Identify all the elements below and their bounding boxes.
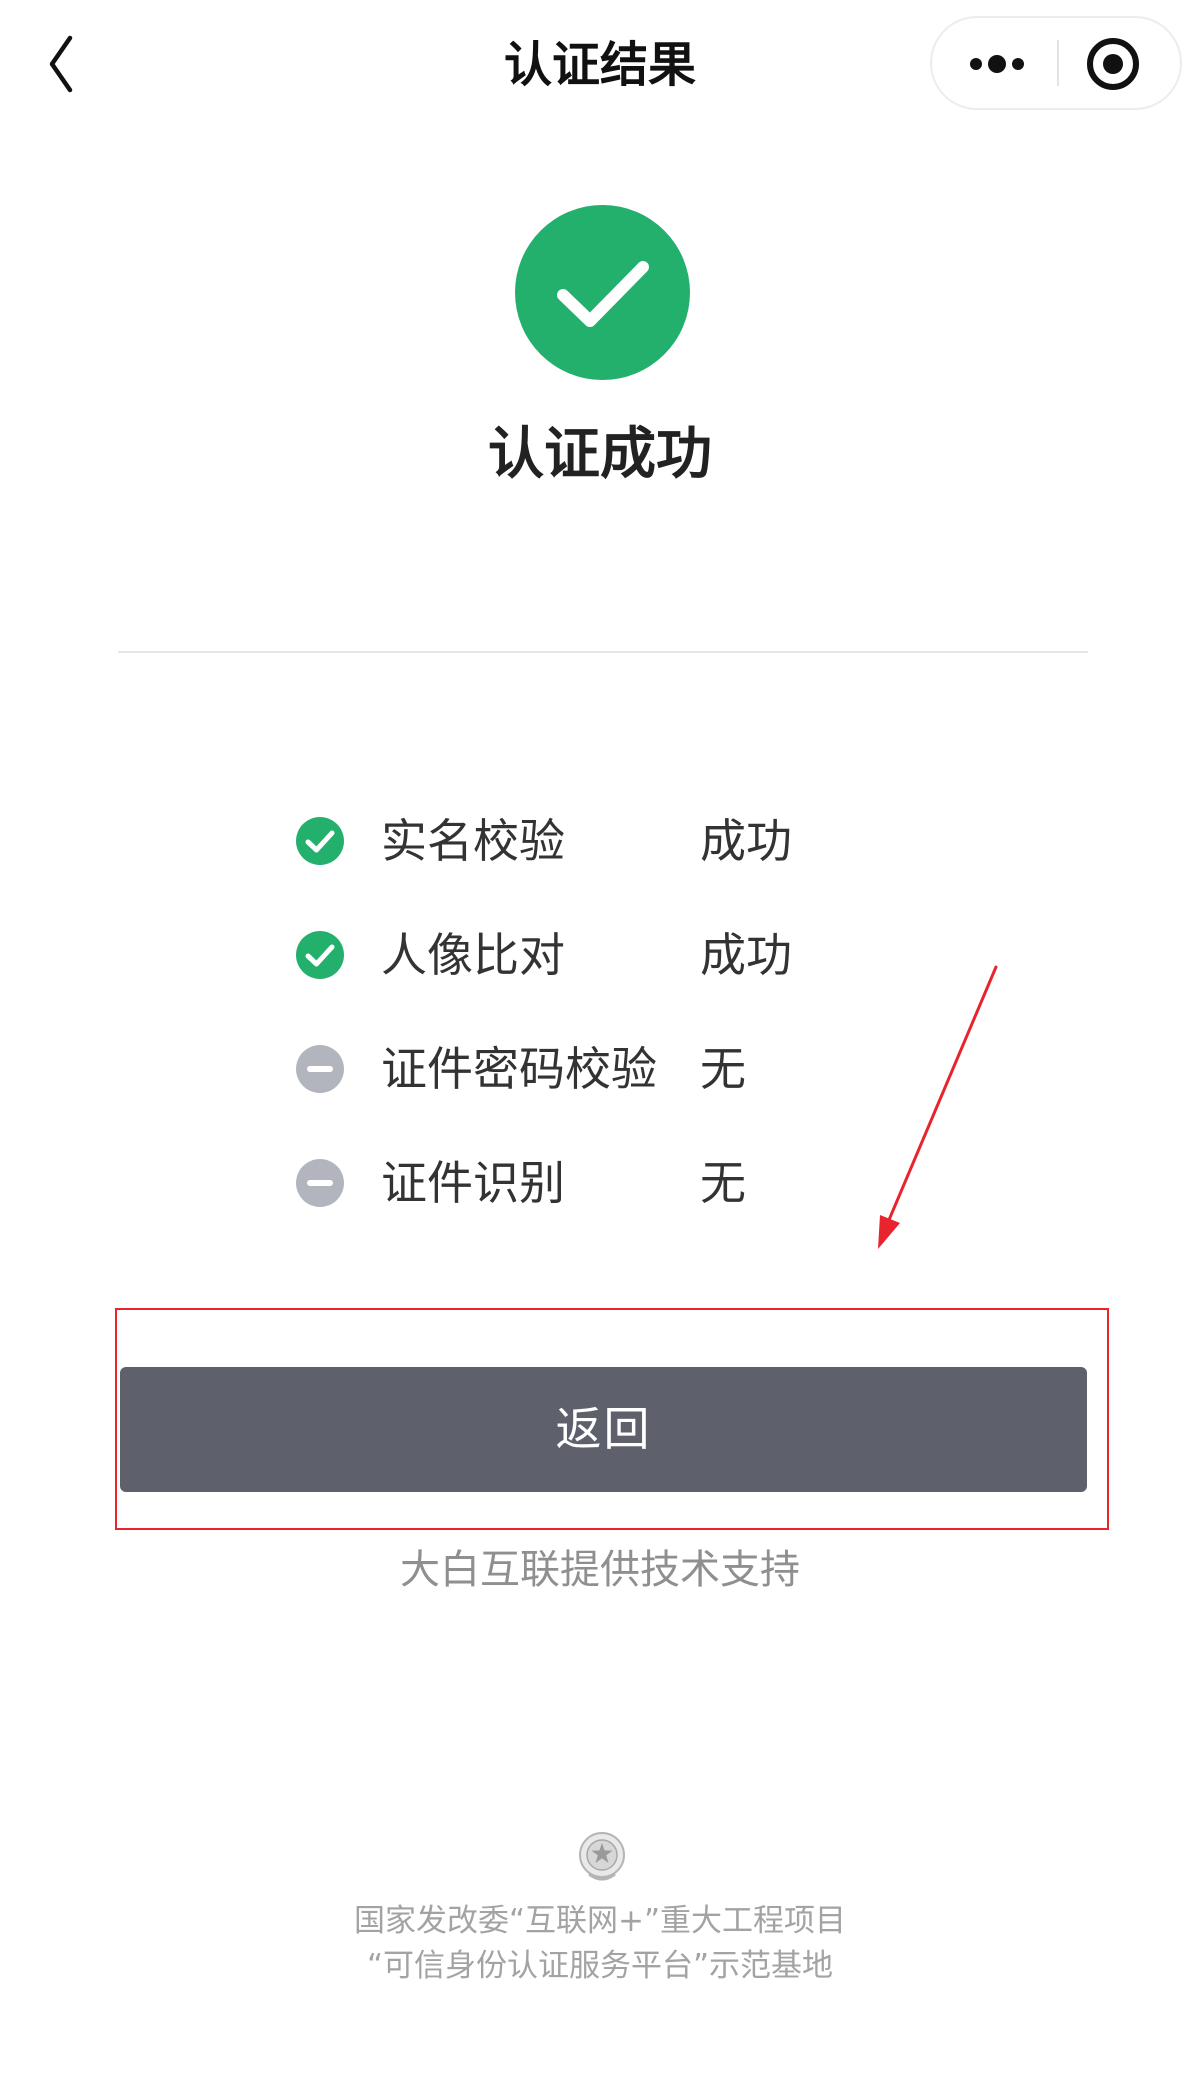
- return-button[interactable]: 返回: [120, 1367, 1087, 1492]
- target-close-icon: [1087, 38, 1139, 90]
- minus-circle-icon: [296, 1159, 344, 1207]
- support-text: 大白互联提供技术支持: [400, 1547, 800, 1593]
- mini-program-capsule: [930, 16, 1182, 110]
- success-check-icon: [296, 931, 344, 979]
- divider: [118, 651, 1088, 653]
- national-emblem-icon: [579, 1832, 625, 1881]
- check-value: 成功: [700, 928, 792, 982]
- more-button[interactable]: [932, 18, 1057, 108]
- minus-circle-icon: [296, 1045, 344, 1093]
- auth-result-page: { "nav": { "title": "认证结果", "back_icon":…: [0, 0, 1200, 2075]
- annotation-arrow: [878, 965, 998, 1249]
- footer-project-line: 国家发改委“互联网+”重大工程项目: [353, 1903, 847, 1939]
- check-value: 无: [700, 1156, 746, 1210]
- check-label: 人像比对: [381, 928, 565, 982]
- result-title: 认证成功: [488, 422, 712, 487]
- success-check-icon: [296, 817, 344, 865]
- check-value: 无: [700, 1042, 746, 1096]
- check-label: 证件识别: [381, 1156, 565, 1210]
- check-value: 成功: [700, 814, 792, 868]
- more-dots-icon: [970, 55, 1024, 73]
- close-mini-program-button[interactable]: [1059, 18, 1180, 108]
- footer-platform-line: “可信身份认证服务平台”示范基地: [366, 1948, 834, 1984]
- check-label: 证件密码校验: [381, 1042, 657, 1096]
- check-item-real-name: 实名校验 成功: [295, 800, 995, 914]
- check-label: 实名校验: [381, 814, 565, 868]
- success-check-icon: [515, 205, 690, 380]
